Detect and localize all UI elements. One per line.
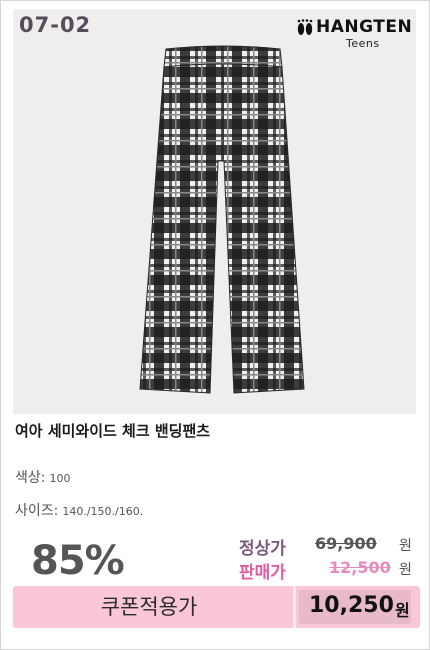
coupon-divider (293, 586, 296, 628)
regular-price: 69,900 (315, 534, 377, 553)
product-code: 07-02 (19, 13, 92, 37)
size-label: 사이즈 (15, 503, 54, 519)
color-label: 색상 (15, 470, 41, 486)
brand-sub: Teens (346, 37, 380, 50)
color-colon: : (40, 470, 46, 486)
regular-price-currency: 원 (399, 538, 412, 554)
product-card[interactable]: 07-02 HANGTEN Teens 여아 세미와이드 체크 밴딩팬츠 색상:… (0, 0, 430, 650)
sale-price-label: 판매가 (239, 563, 286, 583)
pants-illustration (139, 45, 305, 394)
coupon-price-bar[interactable]: 쿠폰적용가 10,250 원 (13, 586, 420, 628)
coupon-price: 10,250 (309, 593, 394, 618)
footprint-icon (297, 19, 313, 35)
brand-name: HANGTEN (316, 17, 413, 37)
sale-price: 12,500 (329, 558, 391, 577)
sale-price-row: 판매가 12,500 원 (239, 558, 419, 583)
discount-rate: 85% (31, 538, 125, 584)
coupon-price-box: 10,250 원 (299, 590, 411, 624)
product-image[interactable]: 07-02 HANGTEN Teens (13, 9, 416, 414)
color-spec: 색상: 100 (15, 467, 70, 487)
regular-price-row: 정상가 69,900 원 (239, 534, 419, 559)
regular-price-label: 정상가 (239, 539, 286, 559)
coupon-label: 쿠폰적용가 (100, 595, 198, 619)
size-spec: 사이즈: 140./150./160. (15, 500, 143, 520)
size-colon: : (53, 503, 59, 519)
coupon-price-currency: 원 (395, 601, 410, 620)
color-value: 100 (49, 472, 71, 485)
size-value: 140./150./160. (62, 505, 144, 518)
sale-price-currency: 원 (399, 562, 412, 578)
product-title[interactable]: 여아 세미와이드 체크 밴딩팬츠 (15, 420, 210, 441)
